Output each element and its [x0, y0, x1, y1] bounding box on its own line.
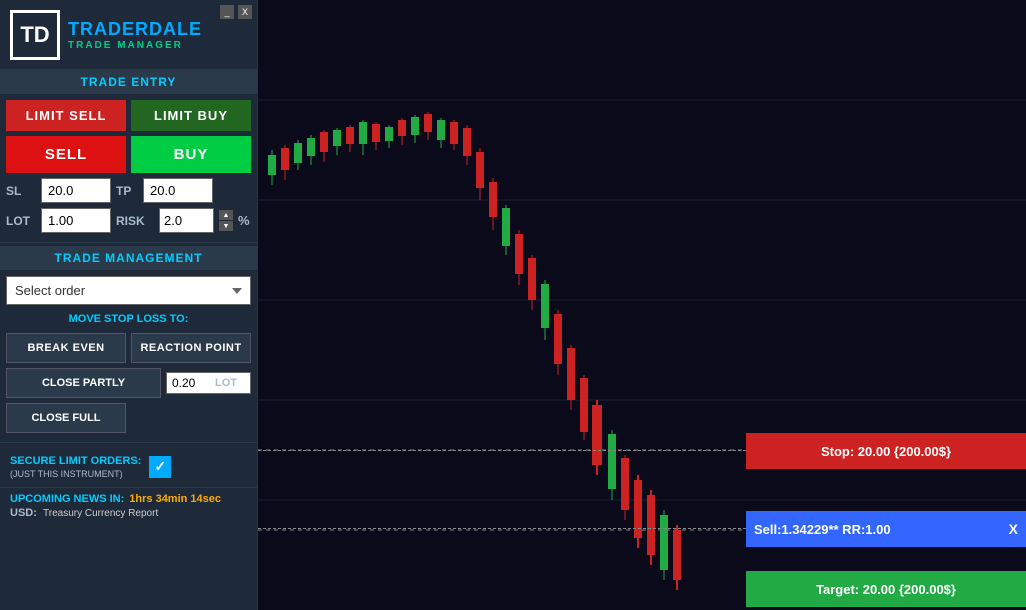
limit-sell-button[interactable]: LIMIT SELL [6, 100, 126, 131]
pct-label: % [238, 213, 250, 228]
close-button[interactable]: X [238, 5, 252, 19]
stop-level-text: Stop: 20.00 {200.00$} [821, 444, 951, 459]
limit-buttons-row: LIMIT SELL LIMIT BUY [6, 100, 251, 131]
close-partly-button[interactable]: CLOSE PARTLY [6, 368, 161, 398]
window-controls: _ X [220, 5, 252, 19]
risk-input[interactable] [159, 208, 214, 233]
lot-input-group: LOT [166, 372, 251, 394]
sl-tp-row: SL TP [6, 178, 251, 203]
left-panel: TD TRADERDALE TRADE MANAGER _ X TRADE EN… [0, 0, 258, 610]
secure-checkbox[interactable]: ✓ [149, 456, 171, 478]
trade-entry-header: TRADE ENTRY [0, 70, 257, 94]
close-full-row: CLOSE FULL [6, 403, 251, 433]
limit-buy-button[interactable]: LIMIT BUY [131, 100, 251, 131]
lot-input[interactable] [41, 208, 111, 233]
risk-label: RISK [116, 214, 154, 228]
sell-level-text: Sell:1.34229** RR:1.00 [754, 522, 891, 537]
logo-text: TRADERDALE TRADE MANAGER [68, 19, 202, 51]
reaction-point-button[interactable]: REACTION POINT [131, 333, 251, 363]
logo-area: TD TRADERDALE TRADE MANAGER _ X [0, 0, 257, 70]
separator-2 [0, 442, 257, 443]
close-partly-row: CLOSE PARTLY LOT [6, 368, 251, 398]
separator-1 [0, 242, 257, 243]
sell-button[interactable]: SELL [6, 136, 126, 173]
trade-management-header: TRADE MANAGEMENT [0, 246, 257, 270]
close-partly-lot-input[interactable] [172, 376, 212, 390]
move-stop-label: MOVE STOP LOSS TO: [6, 310, 251, 328]
secure-text-group: SECURE LIMIT ORDERS: (JUST THIS INSTRUME… [10, 454, 141, 479]
sell-close-button[interactable]: X [1009, 521, 1018, 537]
trade-management-section: Select order MOVE STOP LOSS TO: BREAK EV… [0, 270, 257, 439]
news-timer: 1hrs 34min 14sec [129, 493, 221, 505]
sl-label: SL [6, 184, 36, 198]
stop-dashed-line [258, 450, 746, 451]
logo-icon: TD [10, 10, 60, 60]
secure-sub-label: (JUST THIS INSTRUMENT) [10, 469, 141, 479]
check-icon: ✓ [155, 458, 167, 475]
risk-down-button[interactable]: ▼ [219, 221, 233, 231]
target-level-text: Target: 20.00 {200.00$} [816, 582, 956, 597]
break-even-button[interactable]: BREAK EVEN [6, 333, 126, 363]
buy-button[interactable]: BUY [131, 136, 251, 173]
target-level-box: Target: 20.00 {200.00$} [746, 571, 1026, 607]
trade-entry-section: LIMIT SELL LIMIT BUY SELL BUY SL TP LOT … [0, 94, 257, 239]
news-top-row: UPCOMING NEWS IN: 1hrs 34min 14sec [10, 493, 247, 505]
news-label: UPCOMING NEWS IN: [10, 493, 124, 505]
brand-name: TRADERDALE [68, 19, 202, 40]
lot-label: LOT [6, 214, 36, 228]
lot-unit-label: LOT [215, 377, 237, 389]
lot-risk-row: LOT RISK ▲ ▼ % [6, 208, 251, 233]
brand-sub: TRADE MANAGER [68, 40, 202, 51]
tp-input[interactable] [143, 178, 213, 203]
market-buttons-row: SELL BUY [6, 136, 251, 173]
sl-input[interactable] [41, 178, 111, 203]
risk-spinner: ▲ ▼ [219, 210, 233, 231]
secure-orders-area: SECURE LIMIT ORDERS: (JUST THIS INSTRUME… [0, 446, 257, 487]
minimize-button[interactable]: _ [220, 5, 234, 19]
news-area: UPCOMING NEWS IN: 1hrs 34min 14sec USD: … [0, 487, 257, 524]
select-order-dropdown[interactable]: Select order [6, 276, 251, 305]
news-report: Treasury Currency Report [43, 508, 158, 519]
break-even-row: BREAK EVEN REACTION POINT [6, 333, 251, 363]
close-full-button[interactable]: CLOSE FULL [6, 403, 126, 433]
sell-dashed-line [258, 528, 746, 529]
sell-level-box: Sell:1.34229** RR:1.00 X [746, 511, 1026, 547]
tp-label: TP [116, 184, 138, 198]
news-currency: USD: [10, 507, 38, 519]
secure-label: SECURE LIMIT ORDERS: [10, 454, 141, 469]
stop-level-box: Stop: 20.00 {200.00$} [746, 433, 1026, 469]
news-detail-row: USD: Treasury Currency Report [10, 507, 247, 519]
risk-up-button[interactable]: ▲ [219, 210, 233, 220]
chart-area: Stop: 20.00 {200.00$} Sell:1.34229** RR:… [258, 0, 1026, 610]
